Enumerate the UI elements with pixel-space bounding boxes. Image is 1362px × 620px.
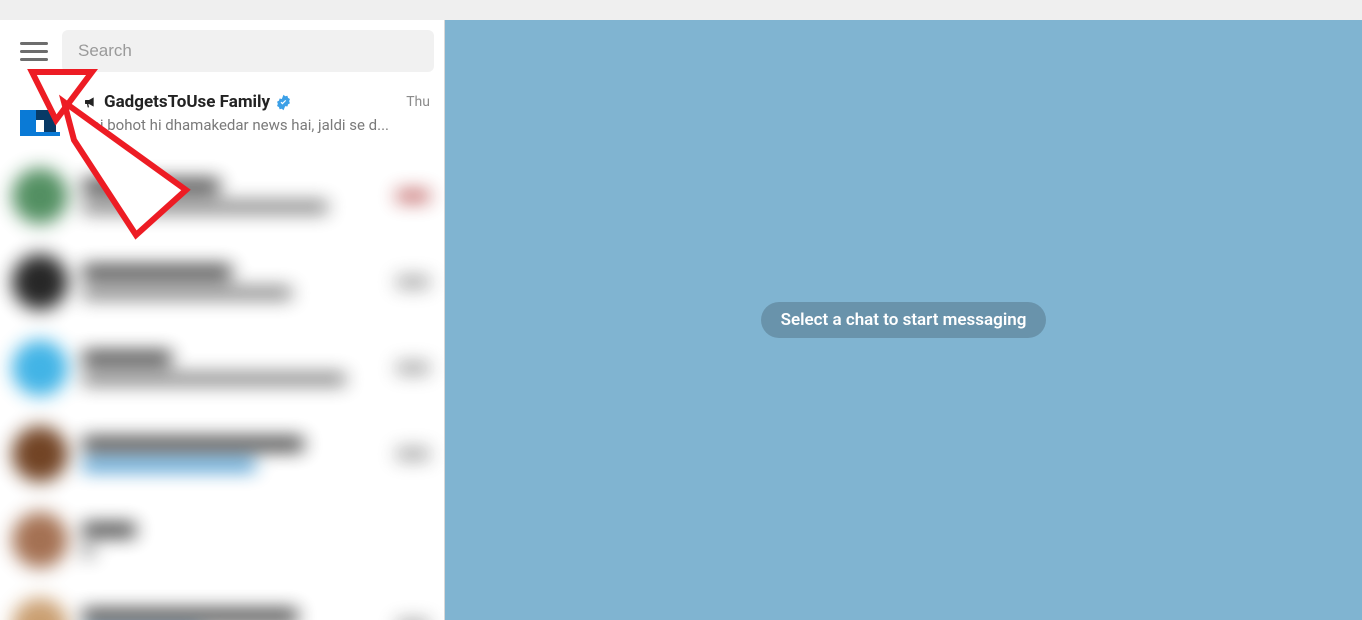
app-container: GadgetsToUse Family Thu Aaj bohot hi dha…: [0, 20, 1362, 620]
menu-button[interactable]: [20, 37, 48, 65]
search-box[interactable]: [62, 30, 434, 72]
verified-icon: [274, 93, 292, 111]
main-area: Select a chat to start messaging: [444, 20, 1362, 620]
chat-time: Thu: [406, 94, 430, 110]
avatar: [12, 92, 68, 148]
sidebar: GadgetsToUse Family Thu Aaj bohot hi dha…: [0, 20, 444, 620]
chat-title: GadgetsToUse Family: [104, 92, 270, 112]
sidebar-header: [0, 20, 444, 82]
megaphone-icon: [82, 93, 100, 111]
empty-state-text: Select a chat to start messaging: [781, 310, 1027, 330]
chat-preview: Aaj bohot hi dhamakedar news hai, jaldi …: [82, 116, 430, 134]
chat-body: GadgetsToUse Family Thu Aaj bohot hi dha…: [82, 92, 430, 134]
browser-top-strip: [0, 0, 1362, 20]
chat-item[interactable]: GadgetsToUse Family Thu Aaj bohot hi dha…: [0, 82, 444, 158]
search-input[interactable]: [78, 41, 418, 61]
empty-state-pill: Select a chat to start messaging: [761, 302, 1047, 338]
chat-list: GadgetsToUse Family Thu Aaj bohot hi dha…: [0, 82, 444, 620]
blurred-chat-rows: [0, 158, 444, 620]
chat-title-row: GadgetsToUse Family Thu: [82, 92, 430, 112]
